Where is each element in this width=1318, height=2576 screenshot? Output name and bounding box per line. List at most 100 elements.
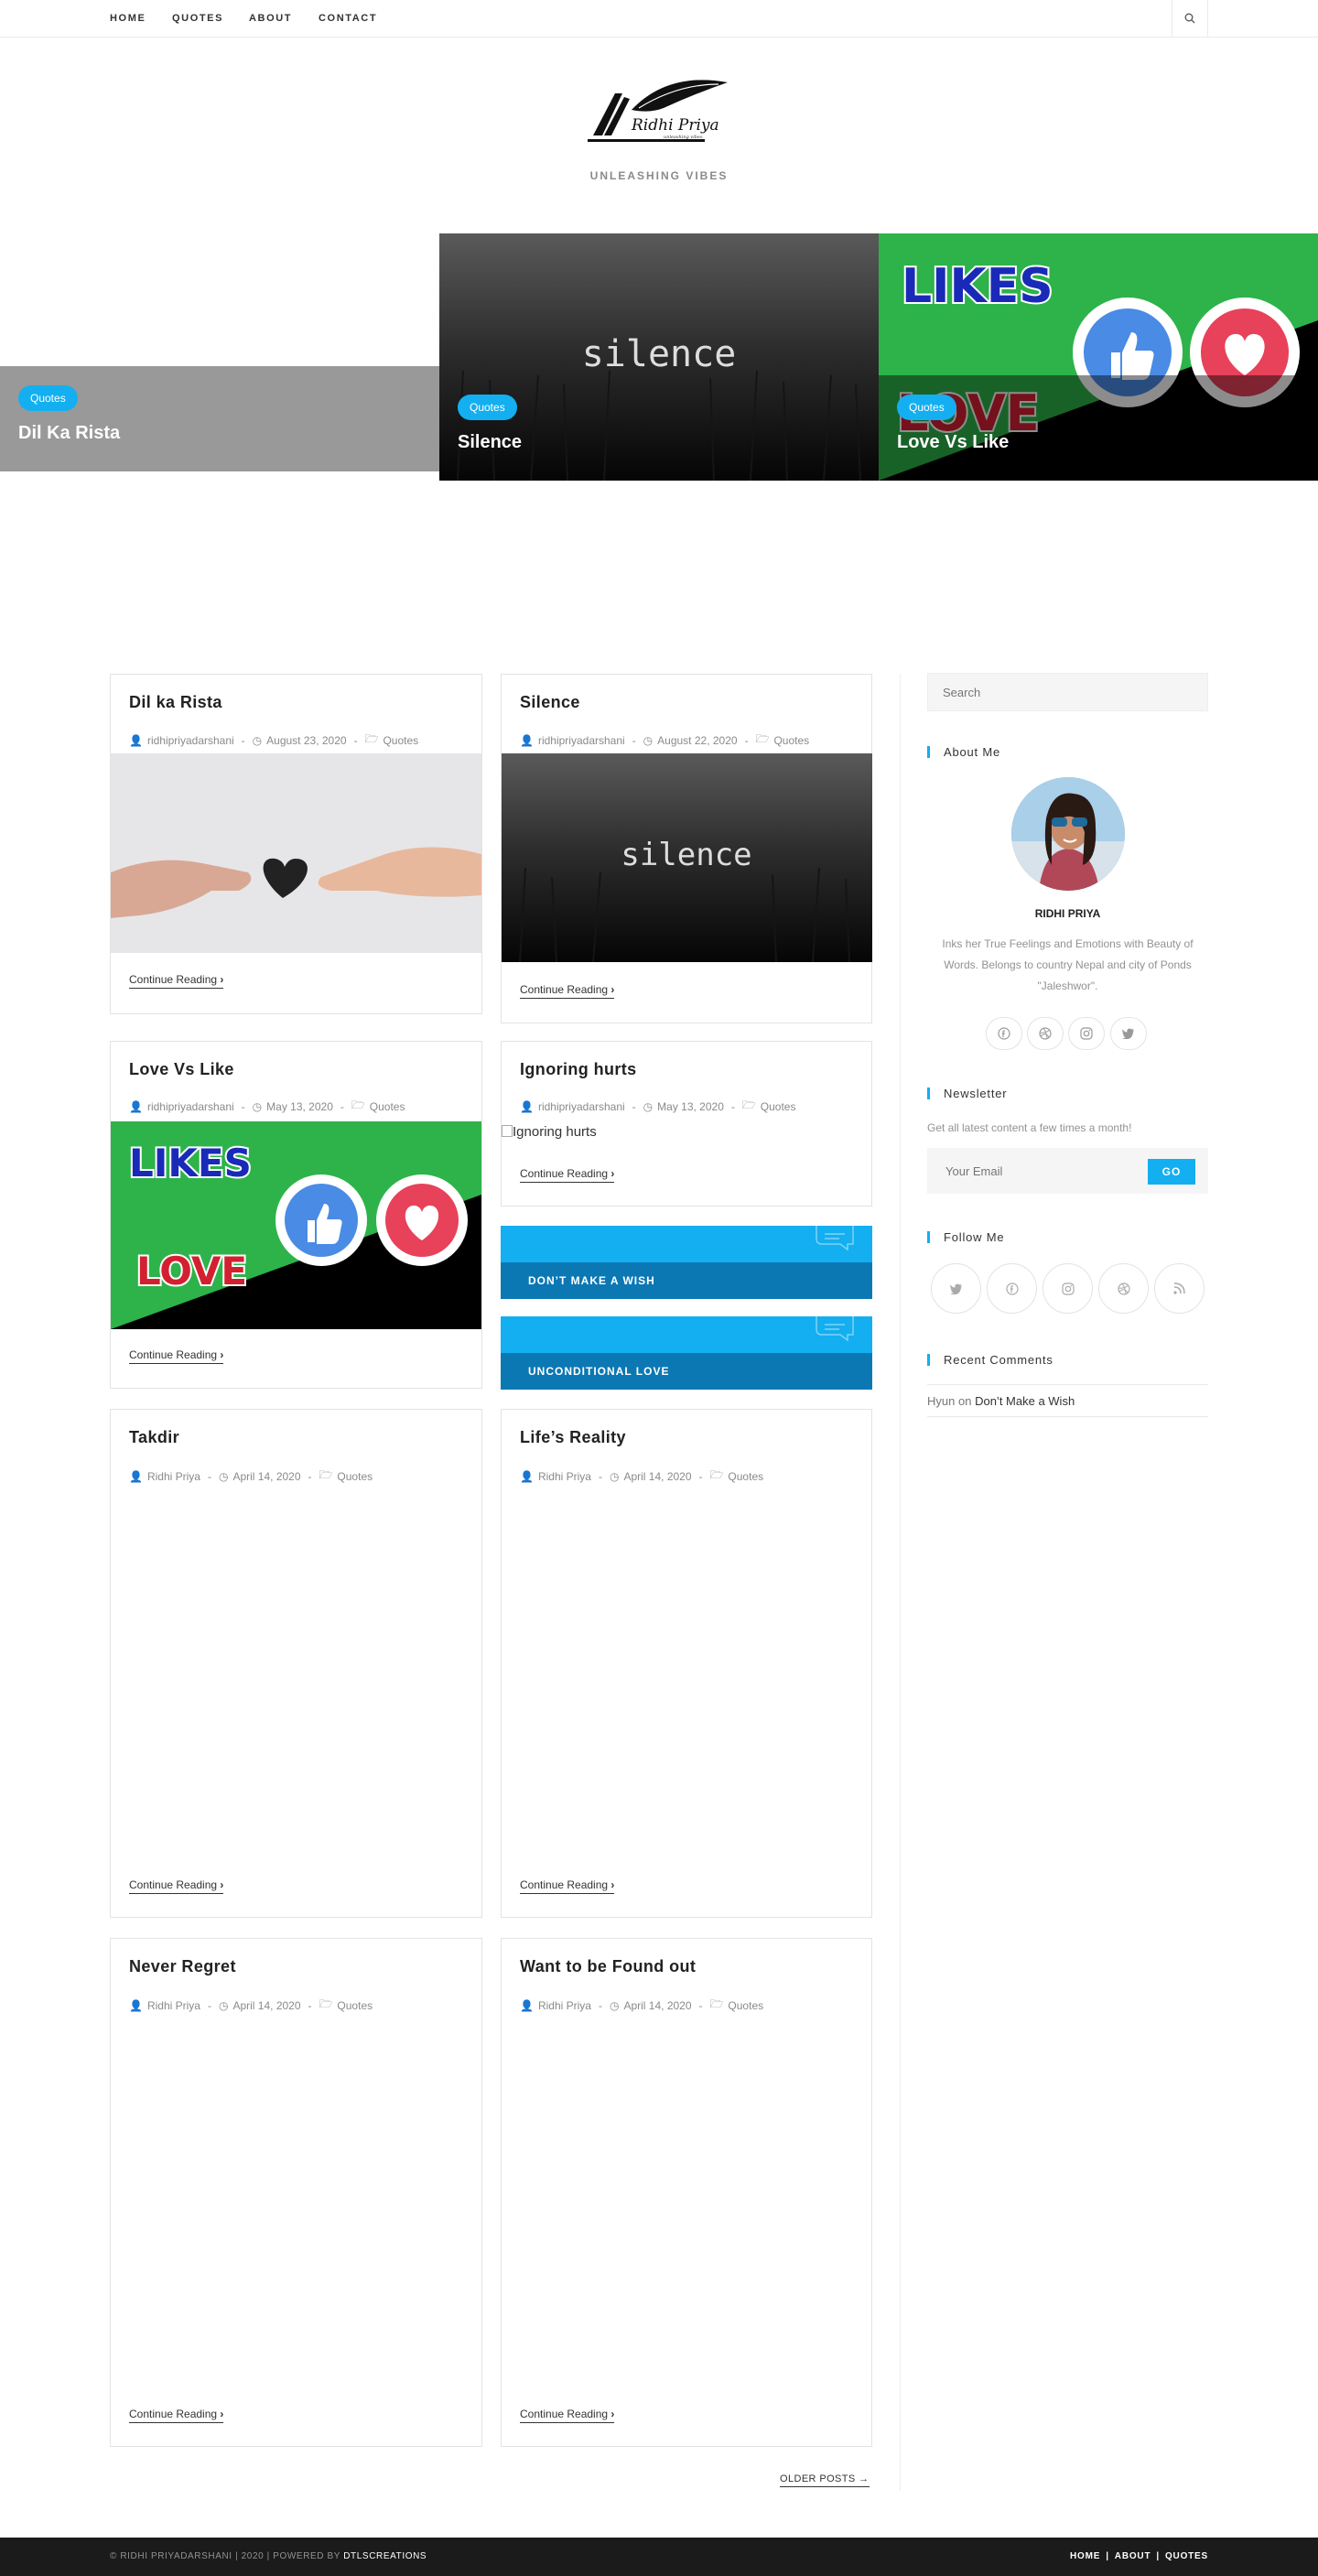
nav-contact[interactable]: CONTACT <box>319 0 377 37</box>
newsletter-email-input[interactable] <box>927 1148 1147 1194</box>
older-posts-link[interactable]: OLDER POSTS → <box>780 2473 870 2487</box>
post-title[interactable]: Want to be Found out <box>520 1957 696 1976</box>
post-author[interactable]: ridhipriyadarshani <box>147 734 234 747</box>
slide-category-badge[interactable]: Quotes <box>18 385 78 411</box>
post-author[interactable]: ridhipriyadarshani <box>538 1100 625 1113</box>
post-meta: 👤 Ridhi Priya - ◷ April 14, 2020- 🗁 Quotes <box>129 1996 373 2015</box>
folder-icon: 🗁 <box>364 732 379 745</box>
footer-separator: | <box>1106 2551 1109 2561</box>
post-thumbnail[interactable] <box>111 753 481 953</box>
continue-reading-link[interactable]: Continue Reading <box>129 1878 224 1894</box>
slide-title[interactable]: Silence <box>458 432 522 453</box>
post-title[interactable]: Takdir <box>129 1428 179 1447</box>
instagram-icon <box>1080 1027 1093 1040</box>
dribbble-button[interactable] <box>1027 1017 1064 1050</box>
footer-home-link[interactable]: HOME <box>1070 2538 1100 2576</box>
post-title[interactable]: Life’s Reality <box>520 1428 626 1447</box>
post-category[interactable]: Quotes <box>383 734 418 747</box>
slide-category-badge[interactable]: Quotes <box>897 395 956 420</box>
footer-separator: | <box>1156 2551 1160 2561</box>
slide-title[interactable]: Love Vs Like <box>897 432 1009 453</box>
quote-card[interactable]: UNCONDITIONAL LOVE <box>501 1316 872 1390</box>
post-author[interactable]: Ridhi Priya <box>147 1999 200 2012</box>
nav-home[interactable]: HOME <box>110 0 146 37</box>
likes-image-text: LIKES <box>902 259 1053 314</box>
slide-dil-ka-rista[interactable]: Quotes Dil Ka Rista <box>0 366 439 471</box>
newsletter-text: Get all latest content a few times a mon… <box>927 1121 1132 1134</box>
facebook-icon <box>1005 1282 1019 1295</box>
post-category[interactable]: Quotes <box>337 1999 373 2012</box>
continue-reading-link[interactable]: Continue Reading <box>520 983 615 999</box>
newsletter-go-button[interactable]: GO <box>1148 1159 1195 1185</box>
follow-dribbble-button[interactable] <box>1098 1263 1149 1314</box>
chat-bubble-icon <box>816 1226 854 1251</box>
slide-category-badge[interactable]: Quotes <box>458 395 517 420</box>
continue-reading-link[interactable]: Continue Reading <box>129 973 224 989</box>
post-title[interactable]: Ignoring hurts <box>520 1060 637 1079</box>
continue-reading-link[interactable]: Continue Reading <box>129 2408 224 2423</box>
post-category[interactable]: Quotes <box>370 1100 405 1113</box>
author-avatar[interactable] <box>1011 777 1125 891</box>
post-author[interactable]: Ridhi Priya <box>538 1999 591 2012</box>
post-category[interactable]: Quotes <box>728 1470 763 1483</box>
follow-instagram-button[interactable] <box>1043 1263 1093 1314</box>
facebook-icon <box>998 1027 1010 1040</box>
top-navigation: HOME QUOTES ABOUT CONTACT <box>0 0 1318 38</box>
love-vs-like-image: LIKES LOVE <box>111 1121 481 1329</box>
post-title[interactable]: Dil ka Rista <box>129 693 222 712</box>
likes-image-text: LIKES <box>129 1141 252 1185</box>
user-icon: 👤 <box>520 1469 534 1483</box>
site-footer: © RIDHI PRIYADARSHANI | 2020 | POWERED B… <box>0 2538 1318 2576</box>
love-image-text: LOVE <box>136 1249 247 1293</box>
post-meta: 👤 Ridhi Priya - ◷ April 14, 2020- 🗁 Quotes <box>520 1467 763 1486</box>
post-thumbnail[interactable]: LIKES LOVE <box>111 1121 481 1329</box>
post-category[interactable]: Quotes <box>337 1470 373 1483</box>
clock-icon: ◷ <box>218 1469 229 1483</box>
about-me-title: About Me <box>927 745 1000 759</box>
quote-card-label[interactable]: UNCONDITIONAL LOVE <box>501 1353 872 1390</box>
post-title[interactable]: Love Vs Like <box>129 1060 234 1079</box>
nav-quotes[interactable]: QUOTES <box>172 0 223 37</box>
chat-bubble-icon <box>816 1316 854 1342</box>
post-category[interactable]: Quotes <box>773 734 809 747</box>
slide-title[interactable]: Dil Ka Rista <box>18 423 120 444</box>
post-title[interactable]: Never Regret <box>129 1957 236 1976</box>
comment-on-text: on <box>957 1394 972 1408</box>
footer-about-link[interactable]: ABOUT <box>1115 2538 1151 2576</box>
continue-reading-link[interactable]: Continue Reading <box>520 1167 615 1183</box>
footer-quotes-link[interactable]: QUOTES <box>1165 2538 1208 2576</box>
instagram-button[interactable] <box>1068 1017 1105 1050</box>
post-author[interactable]: Ridhi Priya <box>147 1470 200 1483</box>
footer-credit-link[interactable]: DTLSCREATIONS <box>343 2551 427 2561</box>
slide-love-vs-like[interactable]: LIKES LOVE Quotes Love Vs Like <box>879 233 1318 481</box>
twitter-button[interactable] <box>1110 1017 1147 1050</box>
post-thumbnail[interactable]: silence <box>502 753 872 962</box>
follow-facebook-button[interactable] <box>987 1263 1037 1314</box>
facebook-button[interactable] <box>986 1017 1022 1050</box>
post-author[interactable]: Ridhi Priya <box>538 1470 591 1483</box>
header-search-button[interactable] <box>1172 0 1208 37</box>
user-icon: 👤 <box>520 733 534 747</box>
post-author[interactable]: ridhipriyadarshani <box>147 1100 234 1113</box>
sidebar-search-input[interactable] <box>927 673 1208 711</box>
post-title[interactable]: Silence <box>520 693 580 712</box>
quill-book-logo-icon: Ridhi Priya unleashing vibes <box>588 80 728 142</box>
comment-post-link[interactable]: Don’t Make a Wish <box>975 1394 1075 1408</box>
broken-image-alt[interactable]: Ignoring hurts <box>502 1124 597 1140</box>
follow-rss-button[interactable] <box>1154 1263 1205 1314</box>
quote-card-label[interactable]: DON’T MAKE A WISH <box>501 1262 872 1299</box>
continue-reading-link[interactable]: Continue Reading <box>520 1878 615 1894</box>
author-name: RIDHI PRIYA <box>1034 907 1101 920</box>
post-category[interactable]: Quotes <box>761 1100 796 1113</box>
slide-silence[interactable]: silence Quotes Silence <box>439 233 879 481</box>
site-logo[interactable]: Ridhi Priya unleashing vibes <box>567 73 751 156</box>
continue-reading-link[interactable]: Continue Reading <box>129 1348 224 1364</box>
post-author[interactable]: ridhipriyadarshani <box>538 734 625 747</box>
continue-reading-link[interactable]: Continue Reading <box>520 2408 615 2423</box>
newsletter-form: GO <box>927 1148 1208 1194</box>
post-category[interactable]: Quotes <box>728 1999 763 2012</box>
quote-card[interactable]: DON’T MAKE A WISH <box>501 1226 872 1299</box>
nav-about[interactable]: ABOUT <box>249 0 292 37</box>
rss-icon <box>1173 1283 1185 1294</box>
follow-twitter-button[interactable] <box>931 1263 981 1314</box>
